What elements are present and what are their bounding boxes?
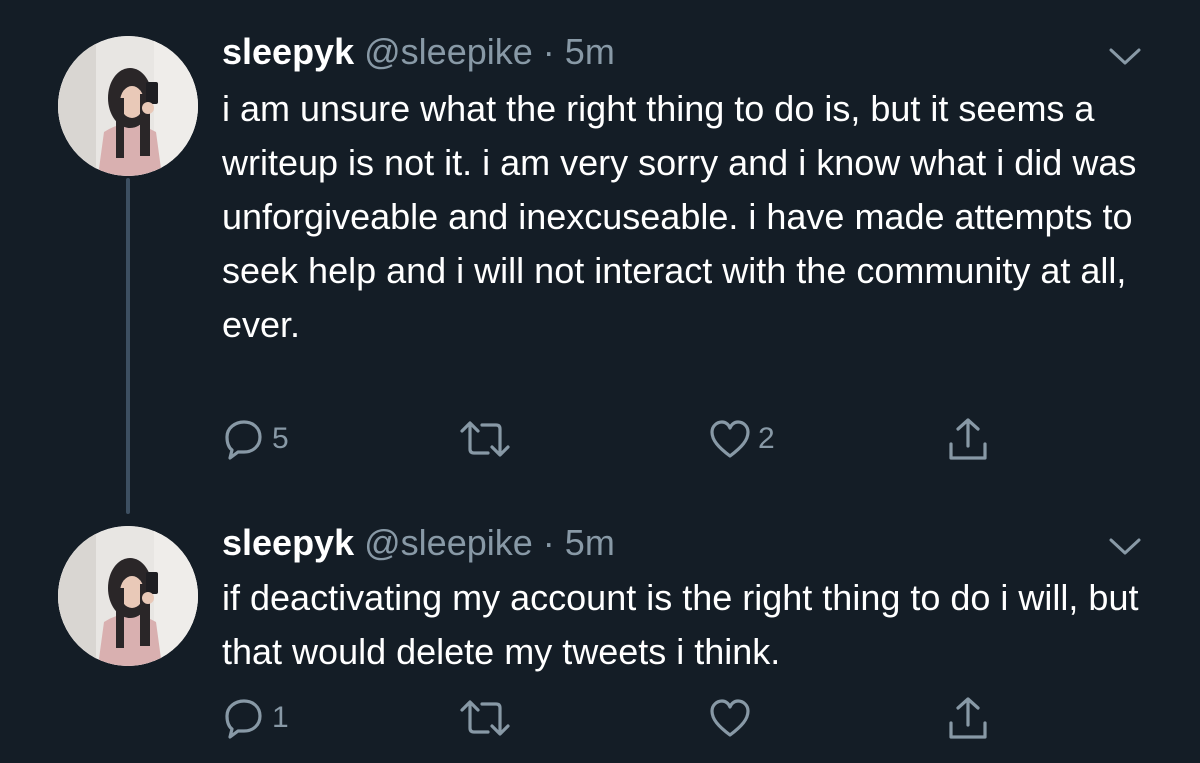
avatar-photo bbox=[58, 36, 198, 176]
reply-count: 5 bbox=[272, 422, 289, 455]
separator: · bbox=[542, 522, 555, 563]
share-button[interactable] bbox=[946, 414, 990, 464]
retweet-icon bbox=[460, 421, 510, 457]
handle[interactable]: @sleepike bbox=[364, 522, 533, 563]
share-button[interactable] bbox=[946, 693, 990, 743]
like-count: 2 bbox=[758, 422, 775, 455]
heart-icon bbox=[710, 420, 750, 458]
tweet-header: sleepyk @sleepike · 5m bbox=[222, 32, 615, 72]
retweet-button[interactable] bbox=[458, 693, 518, 743]
display-name[interactable]: sleepyk bbox=[222, 522, 354, 563]
reply-icon bbox=[225, 699, 262, 739]
heart-icon bbox=[710, 699, 750, 737]
timeline: sleepyk @sleepike · 5m i am unsure what … bbox=[0, 0, 1200, 763]
reply-count: 1 bbox=[272, 701, 289, 734]
avatar[interactable] bbox=[58, 36, 198, 176]
chevron-down-icon[interactable] bbox=[1108, 46, 1142, 68]
share-icon bbox=[949, 697, 987, 739]
retweet-icon bbox=[460, 700, 510, 736]
like-button[interactable] bbox=[708, 693, 758, 743]
avatar-photo bbox=[58, 526, 198, 666]
reply-icon bbox=[225, 420, 262, 460]
retweet-button[interactable] bbox=[458, 414, 518, 464]
display-name[interactable]: sleepyk bbox=[222, 31, 354, 72]
avatar[interactable] bbox=[58, 526, 198, 666]
tweet-text: if deactivating my account is the right … bbox=[222, 577, 1139, 672]
share-icon bbox=[949, 418, 987, 460]
tweet[interactable]: sleepyk @sleepike · 5m if deactivating m… bbox=[0, 500, 1200, 763]
timestamp[interactable]: 5m bbox=[565, 522, 615, 563]
chevron-down-icon[interactable] bbox=[1108, 536, 1142, 558]
like-button[interactable]: 2 bbox=[708, 414, 775, 464]
tweet-text: i am unsure what the right thing to do i… bbox=[222, 88, 1137, 345]
thread-line bbox=[126, 178, 130, 514]
tweet-actions: 5 2 bbox=[222, 414, 1022, 464]
reply-button[interactable]: 1 bbox=[222, 693, 289, 743]
tweet-header: sleepyk @sleepike · 5m bbox=[222, 523, 615, 563]
separator: · bbox=[542, 31, 555, 72]
tweet[interactable]: sleepyk @sleepike · 5m i am unsure what … bbox=[0, 0, 1200, 514]
handle[interactable]: @sleepike bbox=[364, 31, 533, 72]
tweet-actions: 1 bbox=[222, 693, 1022, 743]
reply-button[interactable]: 5 bbox=[222, 414, 289, 464]
timestamp[interactable]: 5m bbox=[565, 31, 615, 72]
